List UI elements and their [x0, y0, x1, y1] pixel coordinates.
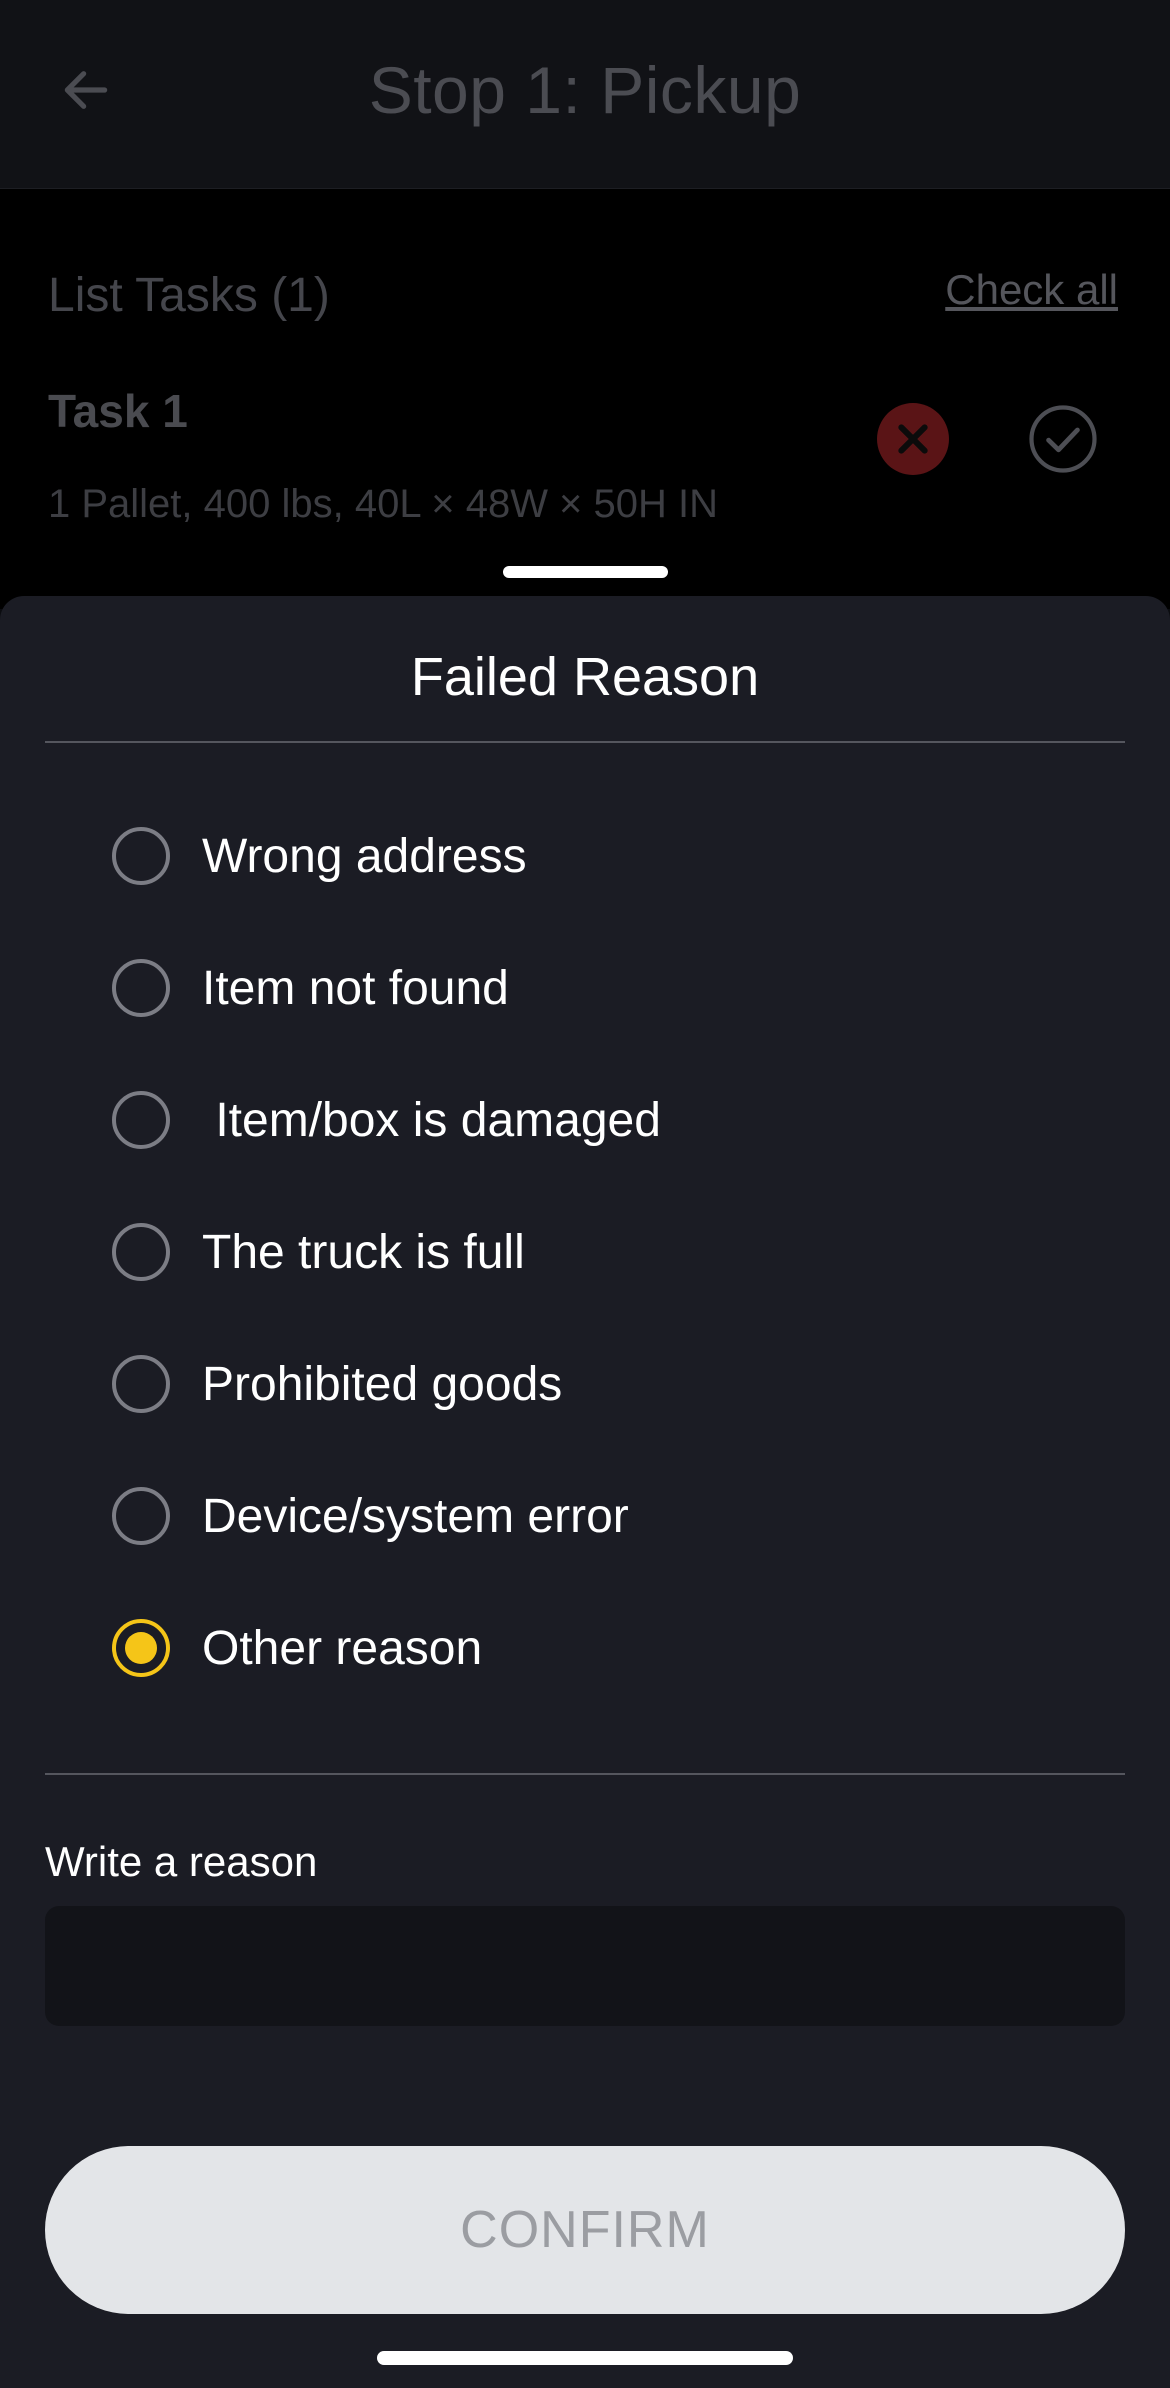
radio-button-selected[interactable]	[112, 1619, 170, 1677]
reason-option-wrong-address[interactable]: Wrong address	[112, 811, 1012, 901]
reason-field-label: Write a reason	[45, 1838, 318, 1885]
option-label: Device/system error	[202, 1489, 629, 1543]
option-label: The truck is full	[202, 1225, 525, 1279]
option-label: Wrong address	[202, 829, 527, 883]
radio-button[interactable]	[112, 1487, 170, 1545]
confirm-button[interactable]: CONFIRM	[45, 2146, 1125, 2314]
reason-option-item-damaged[interactable]: Item/box is damaged	[112, 1075, 1012, 1165]
divider	[45, 1773, 1125, 1775]
reason-option-other[interactable]: Other reason	[112, 1603, 1012, 1693]
task-fail-button[interactable]	[877, 403, 949, 475]
radio-selected-dot	[125, 1632, 157, 1664]
screen: Stop 1: Pickup List Tasks (1) Check all …	[0, 0, 1170, 2388]
reason-option-item-not-found[interactable]: Item not found	[112, 943, 1012, 1033]
check-circle-icon	[1029, 405, 1097, 473]
radio-button[interactable]	[112, 1355, 170, 1413]
radio-button[interactable]	[112, 959, 170, 1017]
task-complete-button[interactable]	[1027, 403, 1099, 475]
page-title: Stop 1: Pickup	[368, 53, 802, 127]
radio-button[interactable]	[112, 827, 170, 885]
reason-option-truck-full[interactable]: The truck is full	[112, 1207, 1012, 1297]
task-description: 1 Pallet, 400 lbs, 40L × 48W × 50H IN	[48, 482, 719, 526]
reason-option-device-error[interactable]: Device/system error	[112, 1471, 1012, 1561]
sheet-title: Failed Reason	[410, 647, 760, 707]
failed-reason-sheet: Failed Reason Wrong address Item not fou…	[0, 596, 1170, 2388]
option-label: Prohibited goods	[202, 1357, 563, 1411]
reason-option-prohibited-goods[interactable]: Prohibited goods	[112, 1339, 1012, 1429]
radio-button[interactable]	[112, 1223, 170, 1281]
home-indicator	[377, 2351, 793, 2365]
check-all-link[interactable]: Check all	[945, 266, 1118, 314]
top-app-bar: Stop 1: Pickup	[0, 0, 1170, 189]
reason-text-input[interactable]	[45, 1906, 1125, 2026]
list-tasks-heading: List Tasks (1)	[48, 269, 330, 322]
sheet-drag-handle[interactable]	[503, 566, 668, 578]
option-label: Other reason	[202, 1621, 483, 1675]
radio-button[interactable]	[112, 1091, 170, 1149]
option-label: Item/box is damaged	[202, 1093, 661, 1147]
divider	[45, 741, 1125, 743]
close-icon	[898, 424, 928, 454]
task-title: Task 1	[48, 385, 188, 437]
option-label: Item not found	[202, 961, 509, 1015]
